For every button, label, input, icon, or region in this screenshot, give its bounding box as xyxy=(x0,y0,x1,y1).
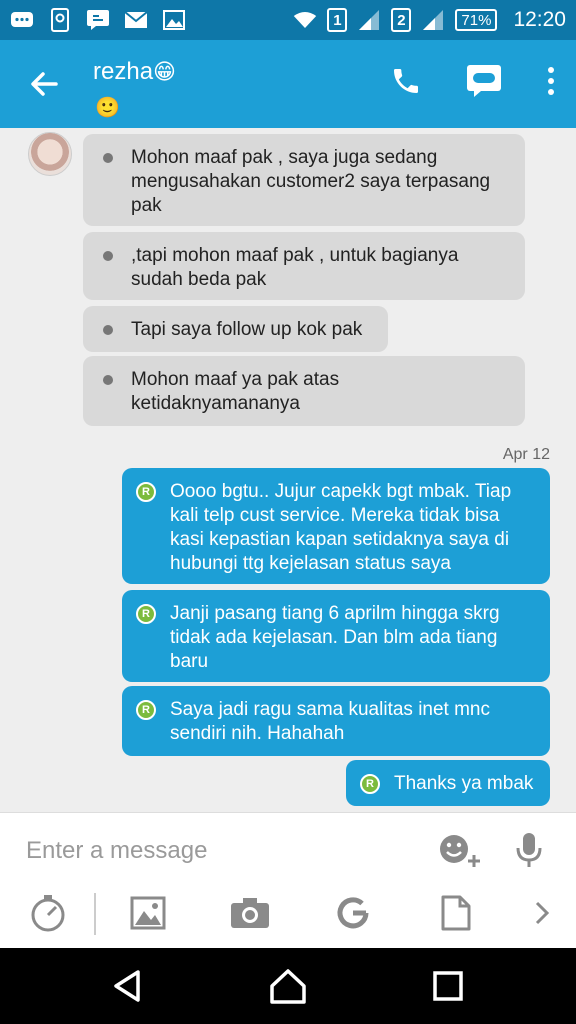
image-notification-icon xyxy=(162,9,186,31)
message-line: ,tapi mohon maaf pak , untuk bagianya xyxy=(131,245,459,266)
app-notification-icon xyxy=(48,8,72,32)
battery-indicator: 71% xyxy=(455,9,498,31)
nav-back-icon[interactable] xyxy=(108,966,148,1006)
file-icon[interactable] xyxy=(436,893,476,933)
message-dot-icon xyxy=(103,251,113,261)
message-line: hubungi ttg kejelasan status saya xyxy=(170,553,451,574)
toolbar-divider xyxy=(94,893,96,935)
outgoing-message[interactable]: R Thanks ya mbak xyxy=(346,760,550,806)
add-emoji-icon[interactable] xyxy=(438,833,484,874)
camera-icon[interactable] xyxy=(230,893,270,933)
read-status-icon: R xyxy=(136,700,156,720)
system-navigation-bar xyxy=(0,948,576,1024)
contact-name[interactable]: rezha😁 xyxy=(93,58,176,86)
back-arrow-icon[interactable] xyxy=(26,66,62,102)
attachment-toolbar xyxy=(0,889,576,945)
read-status-icon: R xyxy=(136,482,156,502)
message-line: sendiri nih. Hahahah xyxy=(170,723,345,744)
grinning-emoji: 😁 xyxy=(153,59,176,84)
clock: 12:20 xyxy=(513,8,566,31)
message-line: kali telp cust service. Mereka tidak bis… xyxy=(170,505,500,526)
outgoing-message[interactable]: R Saya jadi ragu sama kualitas inet mnc … xyxy=(122,686,550,756)
incoming-message[interactable]: Mohon maaf pak , saya juga sedang mengus… xyxy=(83,134,525,226)
video-chat-icon[interactable] xyxy=(466,64,502,103)
message-dot-icon xyxy=(103,153,113,163)
message-line: Janji pasang tiang 6 aprilm hingga skrg xyxy=(170,603,500,624)
status-emoji: 🙂 xyxy=(95,97,120,119)
sim2-indicator: 2 xyxy=(391,8,412,32)
contact-avatar[interactable] xyxy=(28,132,72,176)
message-line: tidak ada kejelasan. Dan blm ada tiang xyxy=(170,627,498,648)
message-line: kasi kepastian kapan setidaknya saya di xyxy=(170,529,510,550)
message-line: Oooo bgtu.. Jujur capekk bgt mbak. Tiap xyxy=(170,481,512,502)
message-dot-icon xyxy=(103,325,113,335)
message-dot-icon xyxy=(103,375,113,385)
message-input[interactable] xyxy=(26,833,406,869)
message-line: ketidaknyamananya xyxy=(131,393,300,414)
phone-icon[interactable] xyxy=(390,65,422,102)
message-line: Thanks ya mbak xyxy=(394,773,534,794)
incoming-message[interactable]: ,tapi mohon maaf pak , untuk bagianya su… xyxy=(83,232,525,300)
bbm-notification-icon xyxy=(10,9,34,31)
email-icon xyxy=(124,9,148,31)
status-bar: 1 2 71% 12:20 xyxy=(0,0,576,40)
conversation-header: rezha😁 🙂 xyxy=(0,40,576,128)
more-vert-icon[interactable] xyxy=(546,66,556,101)
message-line: mengusahakan customer2 saya terpasang xyxy=(131,171,491,192)
nav-recents-icon[interactable] xyxy=(428,966,468,1006)
composer xyxy=(0,812,576,948)
outgoing-message[interactable]: R Oooo bgtu.. Jujur capekk bgt mbak. Tia… xyxy=(122,468,550,584)
read-status-icon: R xyxy=(360,774,380,794)
google-icon[interactable] xyxy=(333,893,373,933)
message-line: Tapi saya follow up kok pak xyxy=(131,319,363,340)
incoming-message[interactable]: Tapi saya follow up kok pak xyxy=(83,306,388,352)
chevron-right-icon[interactable] xyxy=(522,893,562,933)
sim1-indicator: 1 xyxy=(327,8,348,32)
timer-icon[interactable] xyxy=(28,893,68,933)
read-status-icon: R xyxy=(136,604,156,624)
message-line: Saya jadi ragu sama kualitas inet mnc xyxy=(170,699,490,720)
message-line: baru xyxy=(170,651,209,672)
microphone-icon[interactable] xyxy=(514,831,544,874)
contact-name-text: rezha xyxy=(93,58,154,85)
conversation-thread[interactable]: Mohon maaf pak , saya juga sedang mengus… xyxy=(0,128,576,812)
outgoing-message[interactable]: R Janji pasang tiang 6 aprilm hingga skr… xyxy=(122,590,550,682)
message-line: sudah beda pak xyxy=(131,269,267,290)
message-line: Mohon maaf pak , saya juga sedang xyxy=(131,147,438,168)
signal1-icon xyxy=(357,9,381,31)
date-separator: Apr 12 xyxy=(502,446,550,463)
message-line: pak xyxy=(131,195,162,216)
wifi-icon xyxy=(293,9,317,31)
gallery-icon[interactable] xyxy=(128,893,168,933)
message-line: Mohon maaf ya pak atas xyxy=(131,369,340,390)
message-notification-icon xyxy=(86,9,110,31)
nav-home-icon[interactable] xyxy=(268,966,308,1006)
incoming-message[interactable]: Mohon maaf ya pak atas ketidaknyamananya xyxy=(83,356,525,426)
signal2-icon xyxy=(421,9,445,31)
